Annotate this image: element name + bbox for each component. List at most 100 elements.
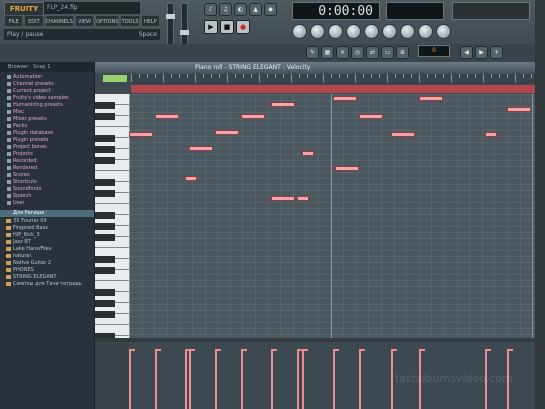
browser-folder[interactable]: Channel presets xyxy=(0,81,94,88)
midi-note[interactable] xyxy=(129,132,153,137)
browser-open-folder[interactable]: Для Регише xyxy=(0,210,94,217)
velocity-bar[interactable] xyxy=(297,351,299,409)
midi-note[interactable] xyxy=(185,176,197,181)
midi-note[interactable] xyxy=(391,132,415,137)
browser-folder[interactable]: Humanizing presets xyxy=(0,102,94,109)
browser-folder[interactable]: Scores xyxy=(0,172,94,179)
pitch-fader-handle[interactable] xyxy=(180,30,189,35)
browser-file[interactable]: Jazz BT xyxy=(0,239,94,246)
black-key[interactable] xyxy=(95,223,115,230)
midi-note[interactable] xyxy=(271,102,295,107)
velocity-bar[interactable] xyxy=(302,351,304,409)
browser-folder[interactable]: Projects xyxy=(0,151,94,158)
black-key[interactable] xyxy=(95,113,115,120)
menu-options[interactable]: OPTIONS xyxy=(95,15,120,27)
velocity-handle[interactable] xyxy=(189,349,195,351)
next-pattern-icon[interactable]: ▶ xyxy=(475,46,488,59)
midi-note[interactable] xyxy=(297,196,309,201)
note-grid[interactable] xyxy=(129,94,535,338)
menu-file[interactable]: FILE xyxy=(4,15,24,27)
swing-knob[interactable] xyxy=(310,24,325,39)
browser-folder[interactable]: Shortcuts xyxy=(0,179,94,186)
velocity-handle[interactable] xyxy=(333,349,339,351)
browser-folder[interactable]: Rendered xyxy=(0,165,94,172)
menu-view[interactable]: VIEW xyxy=(74,15,95,27)
piano-keyboard[interactable] xyxy=(95,94,129,347)
piano-roll-knob[interactable] xyxy=(400,24,415,39)
velocity-handle[interactable] xyxy=(241,349,247,351)
song-title-display[interactable]: FLP_24.flp xyxy=(44,2,140,14)
browser-file[interactable]: natural xyxy=(0,253,94,260)
velocity-bar[interactable] xyxy=(155,351,157,409)
zoom-tool-icon[interactable]: ⊕ xyxy=(396,46,409,59)
browser-file[interactable]: Сэмплы для Тачи тетрадь xyxy=(0,281,94,288)
velocity-bar[interactable] xyxy=(215,351,217,409)
velocity-bar[interactable] xyxy=(271,351,273,409)
browser-file[interactable]: 3X Fourier 09 xyxy=(0,218,94,225)
velocity-bar[interactable] xyxy=(129,351,131,409)
pattern-mode-icon[interactable]: ♪ xyxy=(204,3,217,16)
browser-folder[interactable]: Packs xyxy=(0,123,94,130)
browser-file[interactable]: HIP_Kick_3 xyxy=(0,232,94,239)
browser-folder[interactable]: Soundfonts xyxy=(0,186,94,193)
play-button[interactable]: ▶ xyxy=(204,20,218,34)
midi-note[interactable] xyxy=(335,166,359,171)
midi-note[interactable] xyxy=(189,146,213,151)
paint-tool-icon[interactable]: ▦ xyxy=(321,46,334,59)
browser-file[interactable]: STRING ELEGANT xyxy=(0,274,94,281)
black-key[interactable] xyxy=(95,311,115,318)
stop-button[interactable]: ■ xyxy=(220,20,234,34)
midi-note[interactable] xyxy=(333,96,357,101)
snap-icon[interactable]: ◐ xyxy=(234,3,247,16)
midi-note[interactable] xyxy=(302,151,314,156)
black-key[interactable] xyxy=(95,267,115,274)
browser-file[interactable]: Lake Hans/Files xyxy=(0,246,94,253)
midi-note[interactable] xyxy=(215,130,239,135)
clone-pattern-icon[interactable]: + xyxy=(490,46,503,59)
browser-file[interactable]: Native Guitar 2 xyxy=(0,260,94,267)
menu-help[interactable]: HELP xyxy=(140,15,161,27)
velocity-handle[interactable] xyxy=(391,349,397,351)
velocity-handle[interactable] xyxy=(507,349,513,351)
menu-channels[interactable]: CHANNELS xyxy=(44,15,74,27)
velocity-bar[interactable] xyxy=(391,351,393,409)
velocity-handle[interactable] xyxy=(302,349,308,351)
midi-note[interactable] xyxy=(359,114,383,119)
velocity-handle[interactable] xyxy=(129,349,135,351)
pattern-number-display[interactable]: 0 xyxy=(418,45,450,57)
black-key[interactable] xyxy=(95,135,115,142)
browser-folder[interactable]: Automation xyxy=(0,74,94,81)
draw-tool-icon[interactable]: ✎ xyxy=(306,46,319,59)
browser-folder[interactable]: Recorded xyxy=(0,158,94,165)
black-key[interactable] xyxy=(95,157,115,164)
time-ruler[interactable] xyxy=(131,74,535,84)
select-tool-icon[interactable]: ▭ xyxy=(381,46,394,59)
velocity-handle[interactable] xyxy=(419,349,425,351)
black-key[interactable] xyxy=(95,212,115,219)
midi-note[interactable] xyxy=(419,96,443,101)
browser-folder[interactable]: Plugin presets xyxy=(0,137,94,144)
browser-folder[interactable]: Mixer presets xyxy=(0,116,94,123)
velocity-bar[interactable] xyxy=(241,351,243,409)
piano-roll-titlebar[interactable]: Piano roll - STRING ELEGANT - Velocity xyxy=(95,62,536,73)
mute-tool-icon[interactable]: ◎ xyxy=(351,46,364,59)
velocity-bar[interactable] xyxy=(359,351,361,409)
song-mode-icon[interactable]: ♫ xyxy=(219,3,232,16)
black-key[interactable] xyxy=(95,234,115,241)
midi-note[interactable] xyxy=(155,114,179,119)
velocity-handle[interactable] xyxy=(485,349,491,351)
midi-note[interactable] xyxy=(507,107,531,112)
wait-icon[interactable]: ◆ xyxy=(264,3,277,16)
browser-file[interactable]: Fingered Bass xyxy=(0,225,94,232)
browser-folder[interactable]: Plugin database xyxy=(0,130,94,137)
velocity-handle[interactable] xyxy=(215,349,221,351)
browser-folder[interactable]: Project bones xyxy=(0,144,94,151)
browser-folder[interactable]: Current project xyxy=(0,88,94,95)
browser-folder[interactable]: Misc xyxy=(0,109,94,116)
vertical-scrollbar[interactable] xyxy=(535,0,545,409)
velocity-bar[interactable] xyxy=(185,351,187,409)
prev-pattern-icon[interactable]: ◀ xyxy=(460,46,473,59)
menu-tools[interactable]: TOOLS xyxy=(120,15,140,27)
record-button[interactable]: ● xyxy=(236,20,250,34)
velocity-bar[interactable] xyxy=(333,351,335,409)
